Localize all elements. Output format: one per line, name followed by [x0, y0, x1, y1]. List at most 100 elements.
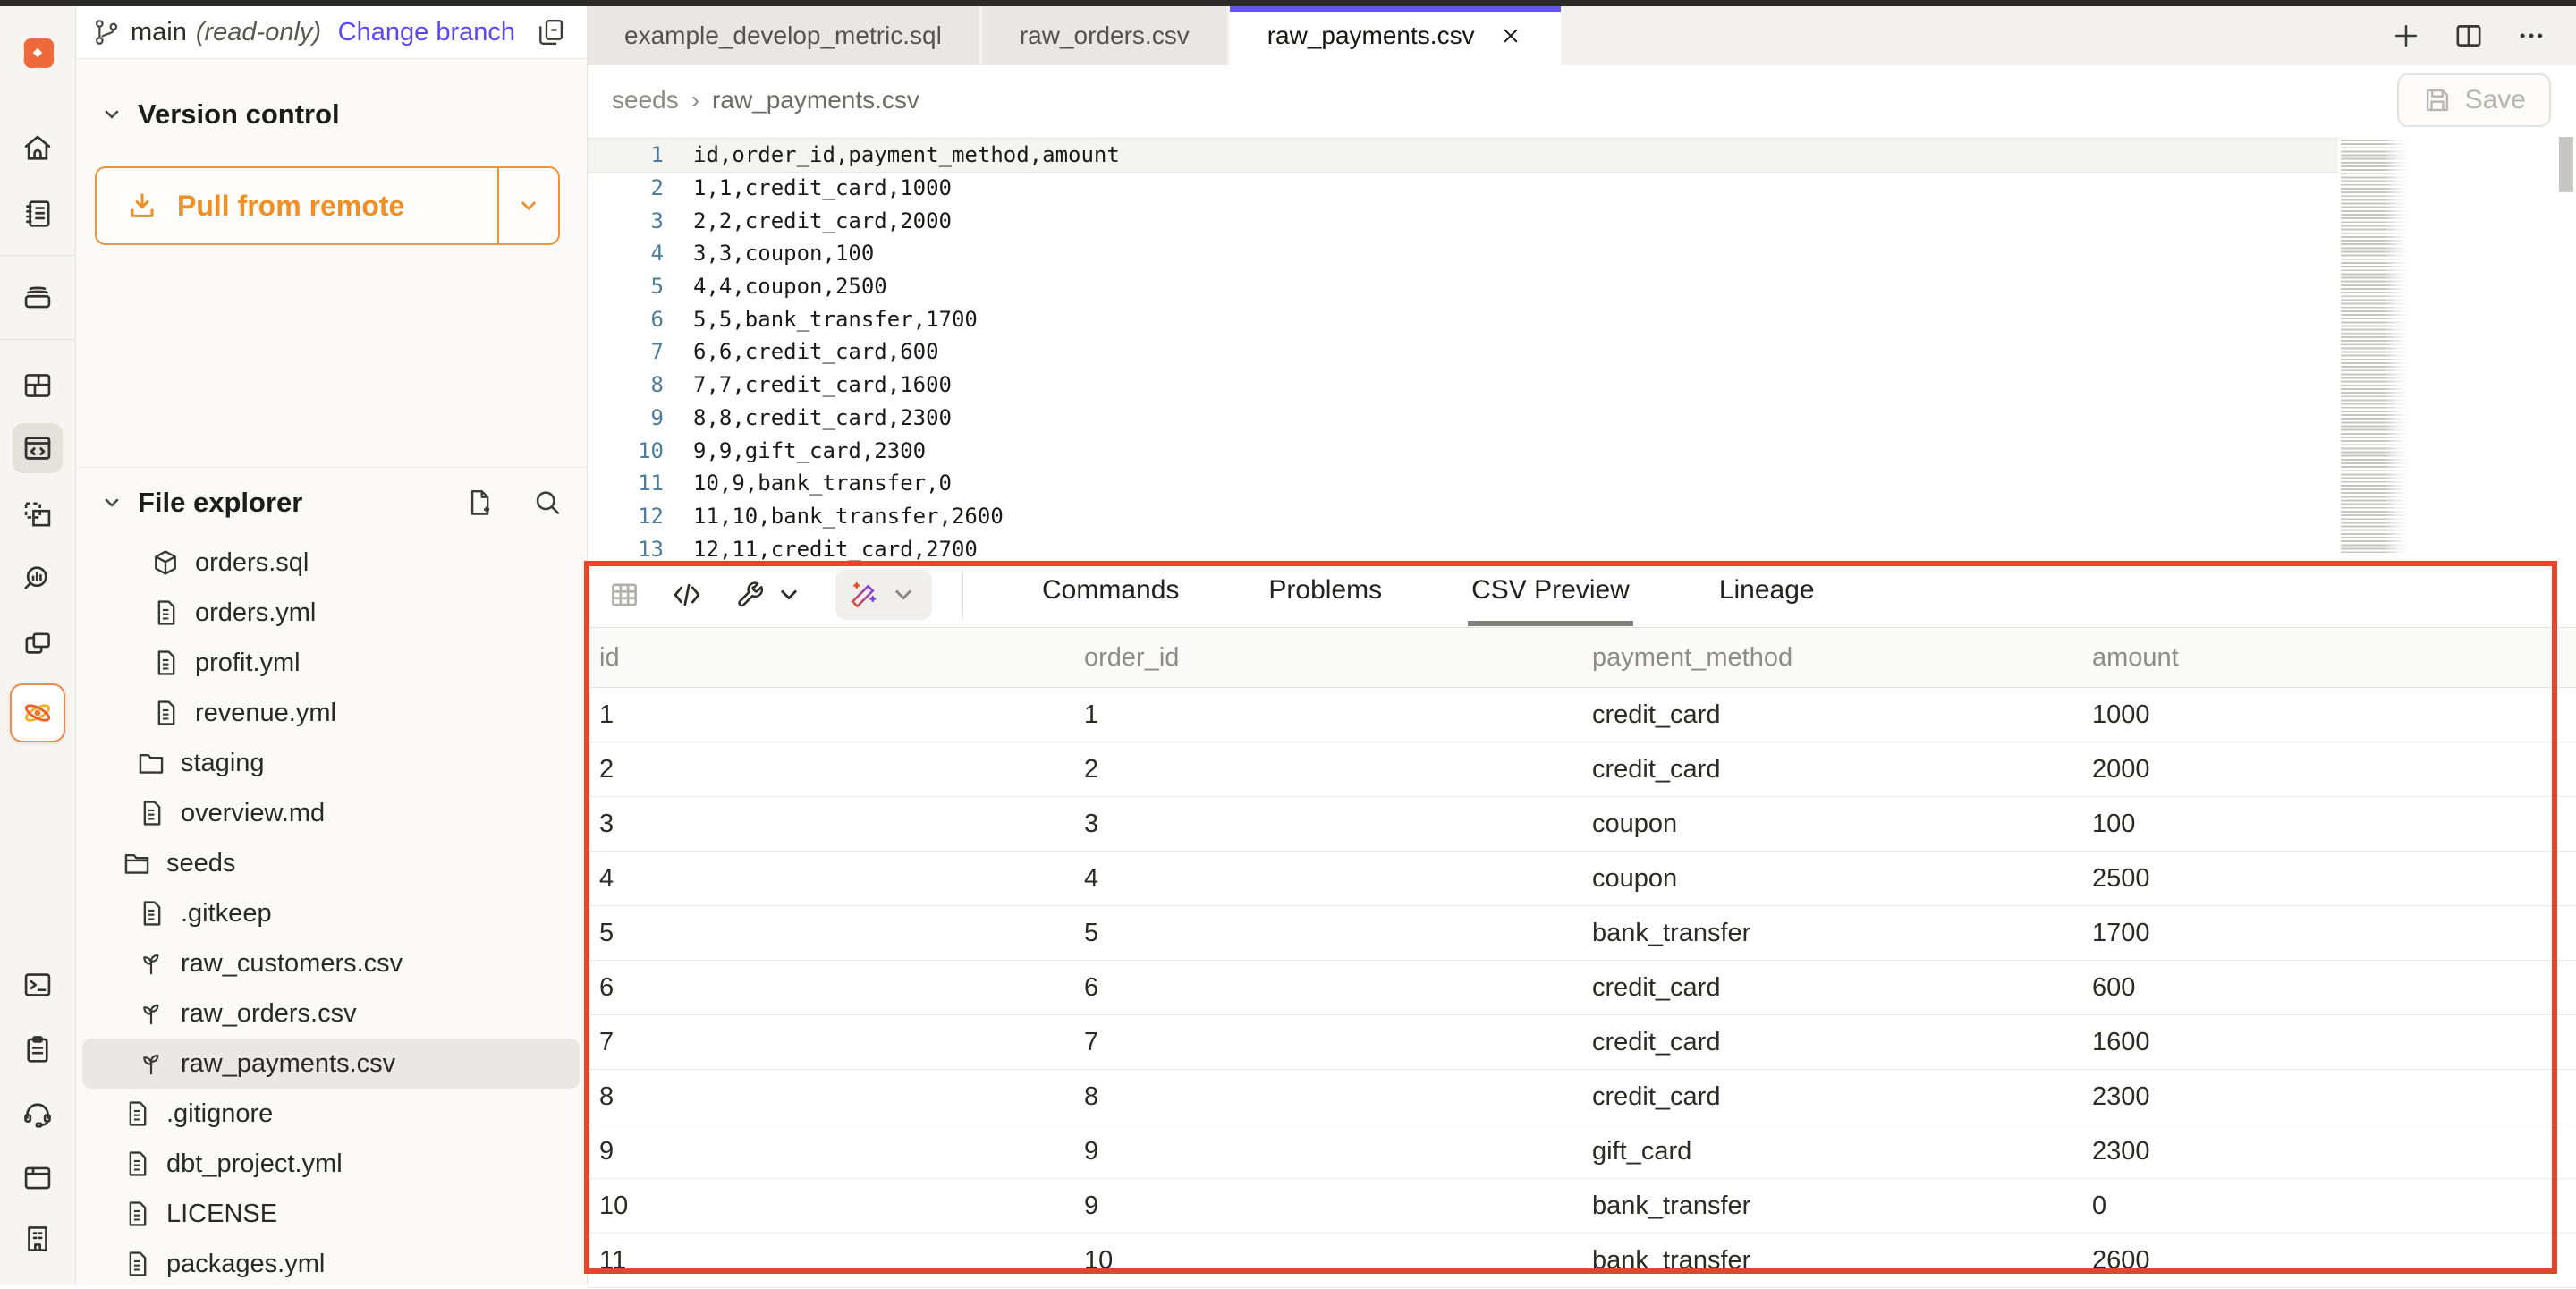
change-branch-link[interactable]: Change branch [338, 18, 515, 47]
tab-csv-preview[interactable]: CSV Preview [1427, 563, 1674, 627]
atom-icon[interactable] [10, 683, 65, 742]
tab-commands[interactable]: Commands [997, 563, 1224, 627]
home-icon[interactable] [13, 123, 63, 173]
editor-line: 1110,9,bank_transfer,0 [587, 467, 2338, 500]
file-label: raw_orders.csv [181, 999, 357, 1029]
dbt-logo-icon [14, 30, 61, 76]
cell: 2000 [2092, 755, 2576, 784]
organization-icon[interactable] [13, 1214, 63, 1264]
file-row-orders-sql[interactable]: orders.sql [82, 538, 580, 588]
save-icon [2422, 85, 2453, 115]
chevron-down-icon[interactable] [98, 101, 125, 128]
column-header: order_id [1084, 643, 1592, 673]
chevron-down-icon[interactable] [98, 489, 125, 516]
code-editor[interactable]: 1id,order_id,payment_method,amount 21,1,… [587, 135, 2576, 563]
file-row-license[interactable]: LICENSE [82, 1189, 580, 1239]
magic-wand-icon[interactable] [848, 579, 880, 611]
file-row-packages[interactable]: packages.yml [82, 1239, 580, 1289]
build-tool-icon[interactable] [733, 579, 766, 611]
browser-icon[interactable] [13, 1153, 63, 1203]
file-row-profit-yml[interactable]: profit.yml [82, 638, 580, 688]
file-row-gitkeep[interactable]: .gitkeep [82, 888, 580, 938]
cell: 5 [587, 919, 1084, 948]
code-view-icon[interactable] [671, 579, 703, 611]
clipboard-icon[interactable] [13, 1024, 63, 1074]
main-area: example_develop_metric.sql raw_orders.cs… [587, 6, 2576, 1285]
file-icon [150, 648, 181, 678]
tab-raw-payments[interactable]: raw_payments.csv [1230, 6, 1561, 65]
new-file-icon[interactable] [463, 487, 496, 519]
cell: 7 [1084, 1028, 1592, 1057]
cell: 8 [1084, 1082, 1592, 1112]
tab-label: raw_payments.csv [1267, 21, 1475, 50]
cell: coupon [1592, 864, 2092, 894]
file-label: dbt_project.yml [166, 1149, 343, 1179]
tab-raw-orders[interactable]: raw_orders.csv [982, 6, 1230, 65]
table-row: 55bank_transfer1700 [587, 906, 2576, 961]
chevron-down-icon[interactable] [887, 579, 919, 611]
headset-icon[interactable] [13, 1089, 63, 1139]
window-top-strip [0, 0, 2576, 6]
table-row: 109bank_transfer0 [587, 1179, 2576, 1234]
line-number: 13 [587, 537, 664, 562]
pull-from-remote-main[interactable]: Pull from remote [97, 168, 497, 243]
insights-icon[interactable] [13, 554, 63, 604]
windows-icon[interactable] [13, 620, 63, 670]
tab-label: example_develop_metric.sql [624, 21, 942, 50]
csv-preview-table: id order_id payment_method amount 11cred… [587, 628, 2576, 1288]
file-row-raw-customers[interactable]: raw_customers.csv [82, 938, 580, 988]
line-text: 11,10,bank_transfer,2600 [664, 504, 1004, 529]
editor-minimap[interactable] [2341, 140, 2411, 553]
file-row-raw-payments[interactable]: raw_payments.csv [82, 1039, 580, 1089]
editor-line: 32,2,credit_card,2000 [587, 204, 2338, 237]
file-row-overview-md[interactable]: overview.md [82, 788, 580, 838]
folder-label: seeds [166, 849, 235, 878]
cell: 10 [587, 1191, 1084, 1221]
more-options-icon[interactable] [2512, 16, 2551, 55]
selection-icon[interactable] [13, 489, 63, 539]
tab-problems[interactable]: Problems [1224, 563, 1427, 627]
dashboard-icon[interactable] [13, 360, 63, 411]
file-row-dbt-project[interactable]: dbt_project.yml [82, 1139, 580, 1189]
file-row-orders-yml[interactable]: orders.yml [82, 588, 580, 638]
table-row: 11credit_card1000 [587, 688, 2576, 742]
search-icon[interactable] [531, 487, 564, 519]
file-icon [136, 798, 166, 828]
folder-icon [136, 748, 166, 778]
file-row-revenue-yml[interactable]: revenue.yml [82, 688, 580, 738]
toolbar-divider [962, 570, 963, 620]
scrollbar-thumb[interactable] [2559, 137, 2573, 192]
close-icon[interactable] [1498, 23, 1523, 48]
table-view-icon[interactable] [608, 579, 640, 611]
ai-assist-group[interactable] [835, 570, 932, 620]
file-explorer-header[interactable]: File explorer [75, 467, 587, 529]
editor-line: 98,8,credit_card,2300 [587, 402, 2338, 435]
chevron-down-icon[interactable] [773, 579, 805, 611]
folder-row-seeds[interactable]: seeds [82, 838, 580, 888]
download-icon [125, 189, 159, 223]
terminal-icon[interactable] [13, 960, 63, 1010]
stack-icon[interactable] [13, 272, 63, 322]
file-row-gitignore[interactable]: .gitignore [82, 1089, 580, 1139]
notebook-icon[interactable] [13, 189, 63, 239]
editor-scrollbar[interactable] [2558, 135, 2574, 563]
breadcrumb-row: seeds › raw_payments.csv Save [587, 65, 2576, 135]
file-row-raw-orders[interactable]: raw_orders.csv [82, 988, 580, 1039]
pull-options-chevron[interactable] [499, 168, 558, 243]
split-view-icon[interactable] [2449, 16, 2488, 55]
file-icon [122, 1199, 152, 1229]
tab-actions [2386, 6, 2576, 65]
tab-lineage[interactable]: Lineage [1674, 563, 1860, 627]
new-tab-icon[interactable] [2386, 16, 2426, 55]
editor-line: 1211,10,bank_transfer,2600 [587, 500, 2338, 533]
tab-example-develop-metric[interactable]: example_develop_metric.sql [587, 6, 982, 65]
code-editor-icon[interactable] [13, 423, 63, 473]
cell: 11 [587, 1246, 1084, 1276]
folder-row-staging[interactable]: staging [82, 738, 580, 788]
version-control-header[interactable]: Version control [75, 89, 587, 140]
copy-icon[interactable] [535, 16, 567, 48]
save-button[interactable]: Save [2397, 73, 2551, 127]
cell: bank_transfer [1592, 1246, 2092, 1276]
file-icon [122, 1098, 152, 1129]
line-text: 4,4,coupon,2500 [664, 274, 887, 299]
